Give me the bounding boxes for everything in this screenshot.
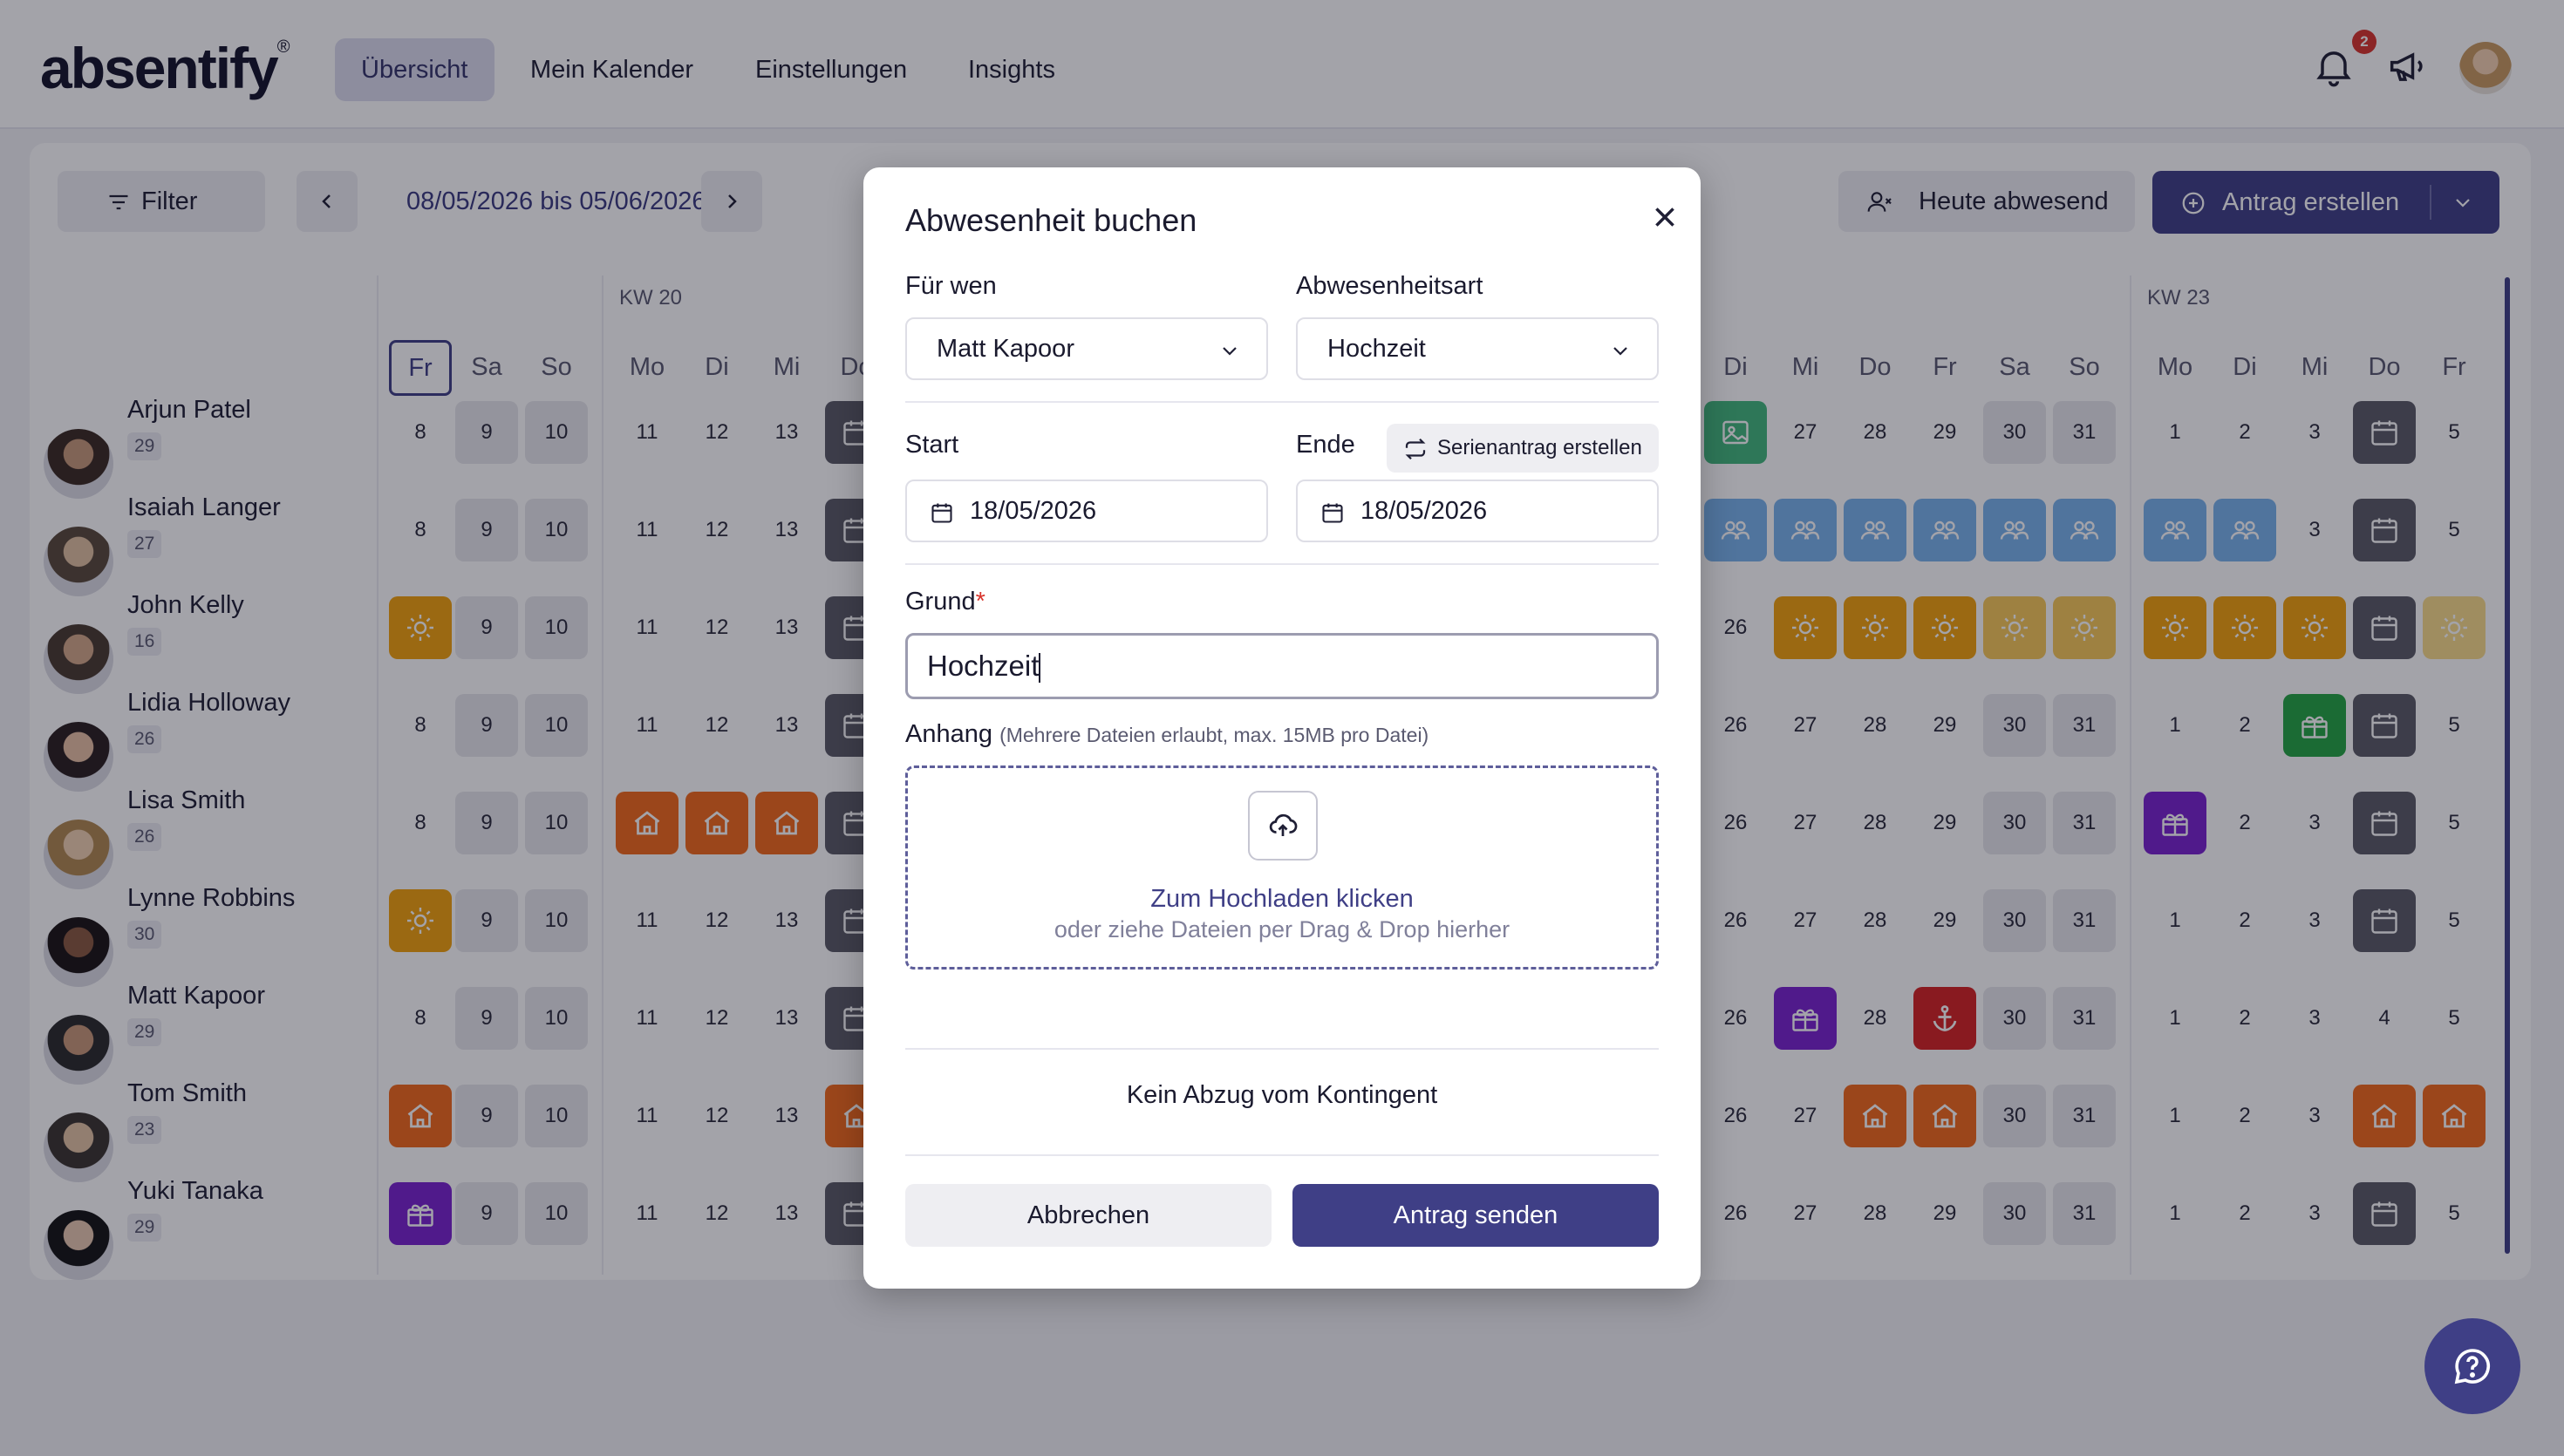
separator: [905, 401, 1659, 403]
reason-input[interactable]: Hochzeit: [905, 633, 1659, 699]
text-caret: [1039, 653, 1041, 684]
end-date-input[interactable]: 18/05/2026: [1296, 480, 1659, 542]
help-button[interactable]: [2424, 1318, 2520, 1414]
file-dropzone[interactable]: Zum Hochladen klicken oder ziehe Dateien…: [905, 765, 1659, 970]
for-whom-select[interactable]: Matt Kapoor: [905, 317, 1268, 380]
chevron-down-icon: [1613, 347, 1627, 356]
reason-value: Hochzeit: [927, 650, 1040, 682]
calendar-icon: [1322, 503, 1343, 523]
attachment-label-text: Anhang: [905, 720, 992, 748]
upload-hint: oder ziehe Dateien per Drag & Drop hierh…: [1054, 916, 1510, 942]
dialog-title: Abwesenheit buchen: [905, 202, 1197, 238]
chevron-down-icon: [1223, 347, 1237, 356]
reason-label: Grund*: [905, 588, 985, 616]
send-request-button[interactable]: Antrag senden: [1292, 1184, 1659, 1247]
book-absence-dialog: Abwesenheit buchen Für wen Abwesenheitsa…: [863, 167, 1701, 1289]
for-whom-value: Matt Kapoor: [937, 335, 1074, 363]
create-series-label: Serienantrag erstellen: [1437, 436, 1642, 459]
end-date-value: 18/05/2026: [1360, 497, 1488, 525]
quota-note: Kein Abzug vom Kontingent: [1126, 1081, 1438, 1109]
separator: [905, 1154, 1659, 1156]
required-marker: *: [975, 588, 985, 616]
cancel-button[interactable]: Abbrechen: [905, 1184, 1272, 1247]
end-label: Ende: [1296, 431, 1355, 459]
start-label: Start: [905, 431, 959, 459]
help-chat-icon: [2454, 1349, 2491, 1385]
calendar-icon: [931, 503, 952, 523]
reason-label-text: Grund: [905, 588, 976, 616]
upload-icon: [1248, 791, 1318, 861]
absence-type-value: Hochzeit: [1327, 335, 1426, 363]
repeat-icon: [1405, 438, 1426, 460]
separator: [905, 1048, 1659, 1050]
absence-type-label: Abwesenheitsart: [1296, 272, 1483, 300]
upload-link[interactable]: Zum Hochladen klicken: [908, 885, 1656, 914]
create-series-button[interactable]: Serienantrag erstellen: [1387, 424, 1659, 473]
attachment-label: Anhang (Mehrere Dateien erlaubt, max. 15…: [905, 720, 1429, 749]
separator: [905, 563, 1659, 565]
absence-type-select[interactable]: Hochzeit: [1296, 317, 1659, 380]
for-whom-label: Für wen: [905, 272, 997, 300]
start-date-value: 18/05/2026: [970, 497, 1097, 525]
attachment-hint: (Mehrere Dateien erlaubt, max. 15MB pro …: [999, 724, 1429, 746]
close-icon[interactable]: [1645, 197, 1685, 237]
start-date-input[interactable]: 18/05/2026: [905, 480, 1268, 542]
